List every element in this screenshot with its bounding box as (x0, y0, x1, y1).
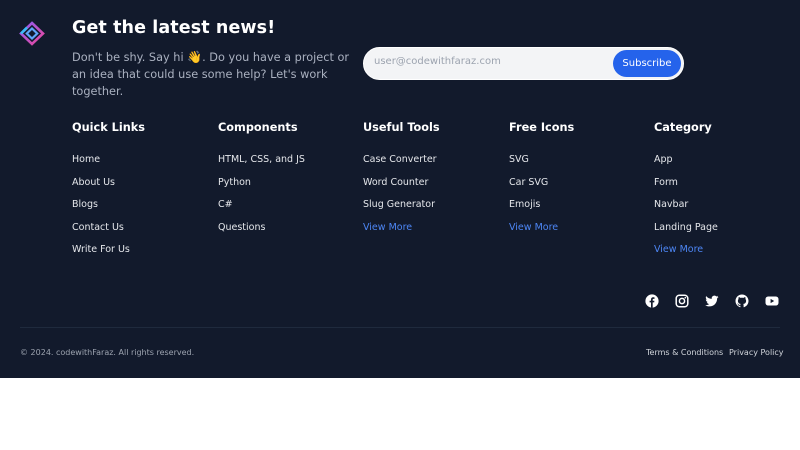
column-title: Quick Links (72, 121, 146, 134)
link-svg[interactable]: SVG (509, 154, 529, 165)
column-title: Free Icons (509, 121, 575, 134)
github-icon[interactable] (735, 293, 749, 308)
link-emojis[interactable]: Emojis (509, 199, 540, 210)
link-csharp[interactable]: C# (218, 199, 233, 210)
link-view-more-icons[interactable]: View More (509, 222, 558, 233)
newsletter-title: Get the latest news! (72, 18, 276, 38)
link-case-converter[interactable]: Case Converter (363, 154, 437, 165)
link-slug-generator[interactable]: Slug Generator (363, 199, 435, 210)
link-landing-page[interactable]: Landing Page (654, 222, 718, 233)
column-useful-tools: Useful Tools Case Converter Word Counter… (363, 121, 493, 243)
page-blank-area (0, 378, 800, 450)
link-list: SVG Car SVG Emojis View More (509, 153, 639, 243)
link-car-svg[interactable]: Car SVG (509, 177, 548, 188)
link-view-more-category[interactable]: View More (654, 244, 703, 255)
privacy-policy-link[interactable]: Privacy Policy (729, 348, 784, 357)
column-category: Category App Form Navbar Landing Page Vi… (654, 121, 784, 266)
newsletter-description-start: Don't be shy. Say hi (72, 51, 188, 64)
link-blogs[interactable]: Blogs (72, 199, 98, 210)
subscribe-form: Subscribe (363, 47, 684, 80)
terms-link[interactable]: Terms & Conditions (646, 348, 723, 357)
link-list: Case Converter Word Counter Slug Generat… (363, 153, 493, 243)
link-list: App Form Navbar Landing Page View More (654, 153, 784, 266)
logo-icon[interactable] (19, 21, 46, 46)
column-quick-links: Quick Links Home About Us Blogs Contact … (72, 121, 202, 266)
column-title: Components (218, 121, 298, 134)
link-about-us[interactable]: About Us (72, 177, 115, 188)
instagram-icon[interactable] (675, 293, 689, 308)
newsletter-description: Don't be shy. Say hi 👋. Do you have a pr… (72, 49, 357, 100)
site-footer: Get the latest news! Don't be shy. Say h… (0, 0, 800, 378)
link-list: HTML, CSS, and JS Python C# Questions (218, 153, 348, 243)
link-word-counter[interactable]: Word Counter (363, 177, 428, 188)
link-navbar[interactable]: Navbar (654, 199, 688, 210)
facebook-icon[interactable] (645, 293, 659, 308)
column-components: Components HTML, CSS, and JS Python C# Q… (218, 121, 348, 243)
youtube-icon[interactable] (765, 293, 779, 307)
footer-divider (20, 327, 780, 328)
link-python[interactable]: Python (218, 177, 251, 188)
copyright-text: © 2024. codewithFaraz. All rights reserv… (20, 348, 195, 357)
link-write-for-us[interactable]: Write For Us (72, 244, 130, 255)
email-input[interactable] (374, 56, 604, 67)
link-app[interactable]: App (654, 154, 673, 165)
waving-hand-icon: 👋 (187, 50, 203, 64)
link-questions[interactable]: Questions (218, 222, 265, 233)
twitter-icon[interactable] (705, 293, 719, 307)
link-contact-us[interactable]: Contact Us (72, 222, 124, 233)
link-list: Home About Us Blogs Contact Us Write For… (72, 153, 202, 266)
column-free-icons: Free Icons SVG Car SVG Emojis View More (509, 121, 639, 243)
subscribe-button[interactable]: Subscribe (613, 50, 681, 77)
column-title: Category (654, 121, 712, 134)
link-html-css-js[interactable]: HTML, CSS, and JS (218, 154, 305, 165)
column-title: Useful Tools (363, 121, 440, 134)
link-form[interactable]: Form (654, 177, 678, 188)
link-view-more-tools[interactable]: View More (363, 222, 412, 233)
link-home[interactable]: Home (72, 154, 100, 165)
